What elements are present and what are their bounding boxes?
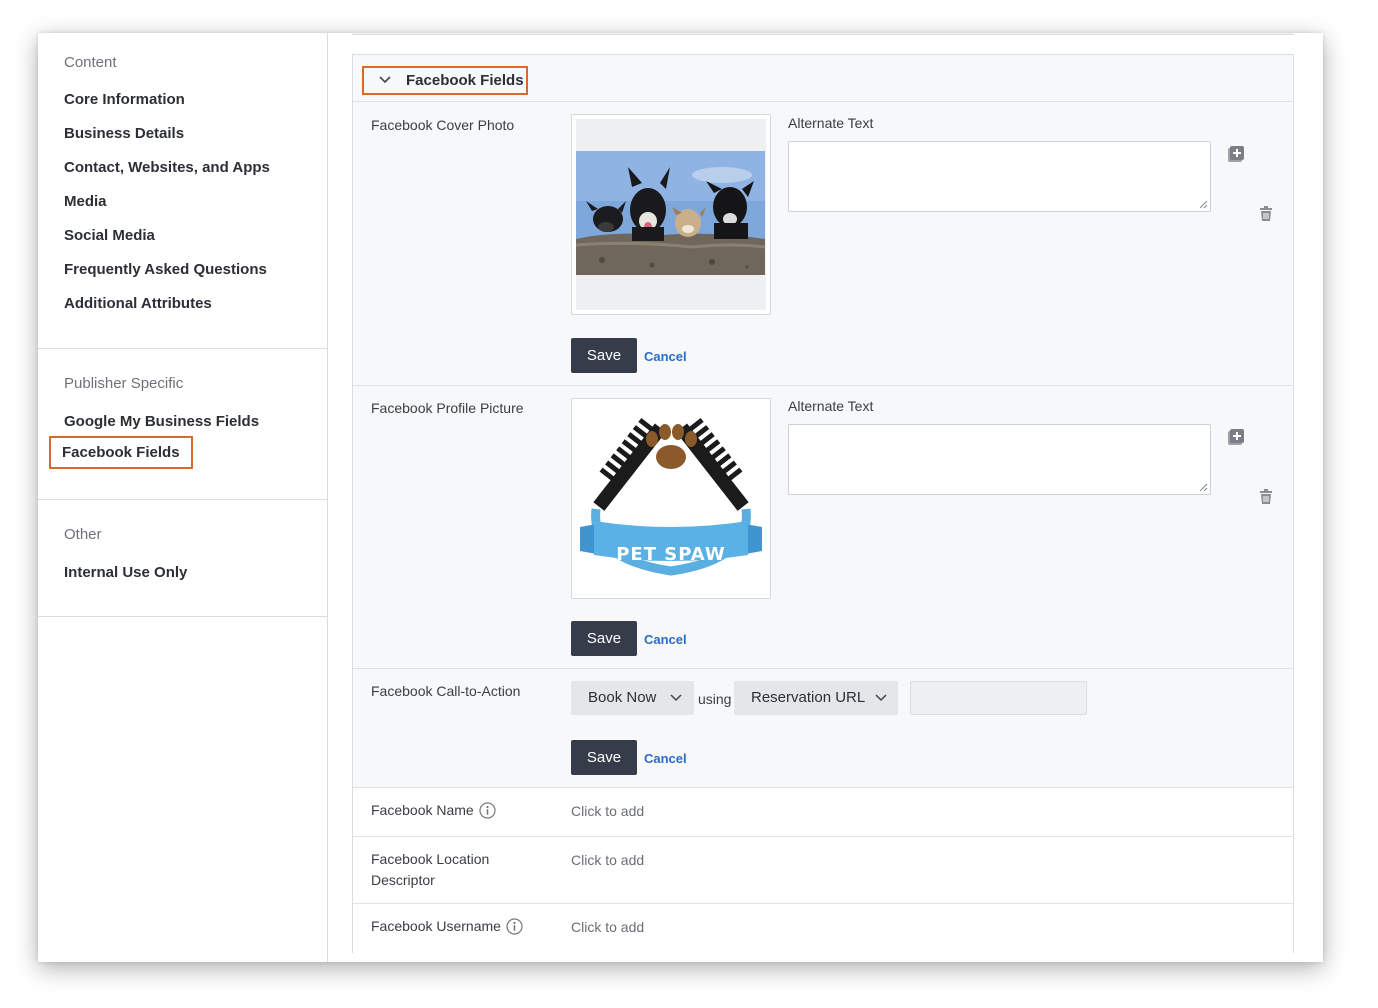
profile-cancel-link[interactable]: Cancel bbox=[644, 632, 687, 647]
delete-photo-icon[interactable] bbox=[1259, 489, 1273, 505]
chevron-down-icon bbox=[379, 76, 391, 84]
chevron-down-icon bbox=[670, 694, 682, 702]
profile-picture-thumbnail[interactable]: PET SPAW bbox=[571, 398, 771, 599]
sidebar-item-business-details[interactable]: Business Details bbox=[64, 125, 184, 142]
sidebar-item-internal-use-only[interactable]: Internal Use Only bbox=[64, 564, 187, 581]
row-facebook-name: Facebook Name Click to add bbox=[353, 788, 1293, 837]
section-header: Facebook Fields bbox=[353, 55, 1293, 102]
sidebar-item-core-information[interactable]: Core Information bbox=[64, 91, 185, 108]
facebook-username-value[interactable]: Click to add bbox=[571, 919, 644, 935]
sidebar-heading-content: Content bbox=[64, 54, 117, 71]
row-profile-picture: Facebook Profile Picture PET SPAW Altern… bbox=[353, 386, 1293, 669]
sidebar-group-publisher: Publisher Specific Google My Business Fi… bbox=[38, 349, 327, 500]
row-call-to-action: Facebook Call-to-Action Book Now using R… bbox=[353, 669, 1293, 788]
facebook-username-label: Facebook Username bbox=[371, 916, 523, 937]
row-location-descriptor: Facebook Location Descriptor Click to ad… bbox=[353, 837, 1293, 904]
cover-photo-thumbnail[interactable] bbox=[571, 114, 771, 315]
sidebar-item-faq[interactable]: Frequently Asked Questions bbox=[64, 261, 267, 278]
location-descriptor-label: Facebook Location Descriptor bbox=[371, 849, 489, 891]
facebook-name-value[interactable]: Click to add bbox=[571, 803, 644, 819]
cover-save-button[interactable]: Save bbox=[571, 338, 637, 373]
cover-photo-image bbox=[572, 115, 770, 314]
facebook-name-label-text: Facebook Name bbox=[371, 802, 474, 818]
sidebar-item-facebook-fields[interactable]: Facebook Fields bbox=[49, 436, 193, 469]
location-descriptor-label-line2: Descriptor bbox=[371, 872, 435, 888]
row-facebook-username: Facebook Username Click to add bbox=[353, 904, 1293, 953]
row-cover-photo: Facebook Cover Photo Alternate Text Save… bbox=[353, 102, 1293, 386]
facebook-name-label: Facebook Name bbox=[371, 800, 496, 821]
delete-photo-icon[interactable] bbox=[1259, 206, 1273, 222]
cover-alt-text-label: Alternate Text bbox=[788, 115, 874, 131]
profile-picture-label: Facebook Profile Picture bbox=[371, 400, 524, 416]
resize-grip-icon[interactable] bbox=[1199, 200, 1208, 209]
add-alt-text-icon[interactable] bbox=[1227, 428, 1245, 446]
sidebar-heading-publisher: Publisher Specific bbox=[64, 375, 184, 392]
previous-section-edge bbox=[352, 33, 1294, 35]
sidebar-group-other: Other Internal Use Only bbox=[38, 500, 327, 617]
main-content: Facebook Fields Facebook Cover Photo Alt… bbox=[328, 33, 1323, 962]
sidebar-group-content: Content Core Information Business Detail… bbox=[38, 33, 327, 349]
info-icon[interactable] bbox=[479, 802, 496, 819]
app-window: Content Core Information Business Detail… bbox=[38, 33, 1323, 962]
cover-alt-text-input[interactable] bbox=[788, 141, 1211, 212]
info-icon[interactable] bbox=[506, 918, 523, 935]
cta-save-button[interactable]: Save bbox=[571, 740, 637, 775]
profile-alt-text-label: Alternate Text bbox=[788, 398, 874, 414]
location-descriptor-label-line1: Facebook Location bbox=[371, 851, 490, 867]
profile-alt-text-input[interactable] bbox=[788, 424, 1211, 495]
url-type-value: Reservation URL bbox=[751, 689, 866, 706]
action-type-select[interactable]: Book Now bbox=[571, 681, 694, 715]
using-label: using bbox=[698, 691, 732, 707]
section-title: Facebook Fields bbox=[406, 72, 524, 89]
facebook-fields-section: Facebook Fields Facebook Cover Photo Alt… bbox=[352, 54, 1294, 953]
add-alt-text-icon[interactable] bbox=[1227, 145, 1245, 163]
section-toggle[interactable]: Facebook Fields bbox=[362, 66, 528, 95]
action-type-value: Book Now bbox=[588, 689, 657, 706]
location-descriptor-value[interactable]: Click to add bbox=[571, 852, 644, 868]
pet-spaw-logo-image bbox=[572, 399, 770, 598]
resize-grip-icon[interactable] bbox=[1199, 483, 1208, 492]
sidebar: Content Core Information Business Detail… bbox=[38, 33, 328, 962]
url-input[interactable] bbox=[910, 681, 1087, 715]
url-type-select[interactable]: Reservation URL bbox=[734, 681, 898, 715]
logo-text: PET SPAW bbox=[616, 544, 726, 565]
cover-photo-label: Facebook Cover Photo bbox=[371, 117, 515, 133]
sidebar-item-media[interactable]: Media bbox=[64, 193, 107, 210]
sidebar-item-additional-attributes[interactable]: Additional Attributes bbox=[64, 295, 212, 312]
profile-save-button[interactable]: Save bbox=[571, 621, 637, 656]
sidebar-heading-other: Other bbox=[64, 526, 102, 543]
facebook-username-label-text: Facebook Username bbox=[371, 918, 501, 934]
cover-cancel-link[interactable]: Cancel bbox=[644, 349, 687, 364]
chevron-down-icon bbox=[875, 694, 887, 702]
sidebar-item-contact-websites-apps[interactable]: Contact, Websites, and Apps bbox=[64, 159, 270, 176]
cta-cancel-link[interactable]: Cancel bbox=[644, 751, 687, 766]
sidebar-item-social-media[interactable]: Social Media bbox=[64, 227, 155, 244]
call-to-action-label: Facebook Call-to-Action bbox=[371, 683, 521, 699]
sidebar-item-google-my-business[interactable]: Google My Business Fields bbox=[64, 413, 259, 430]
